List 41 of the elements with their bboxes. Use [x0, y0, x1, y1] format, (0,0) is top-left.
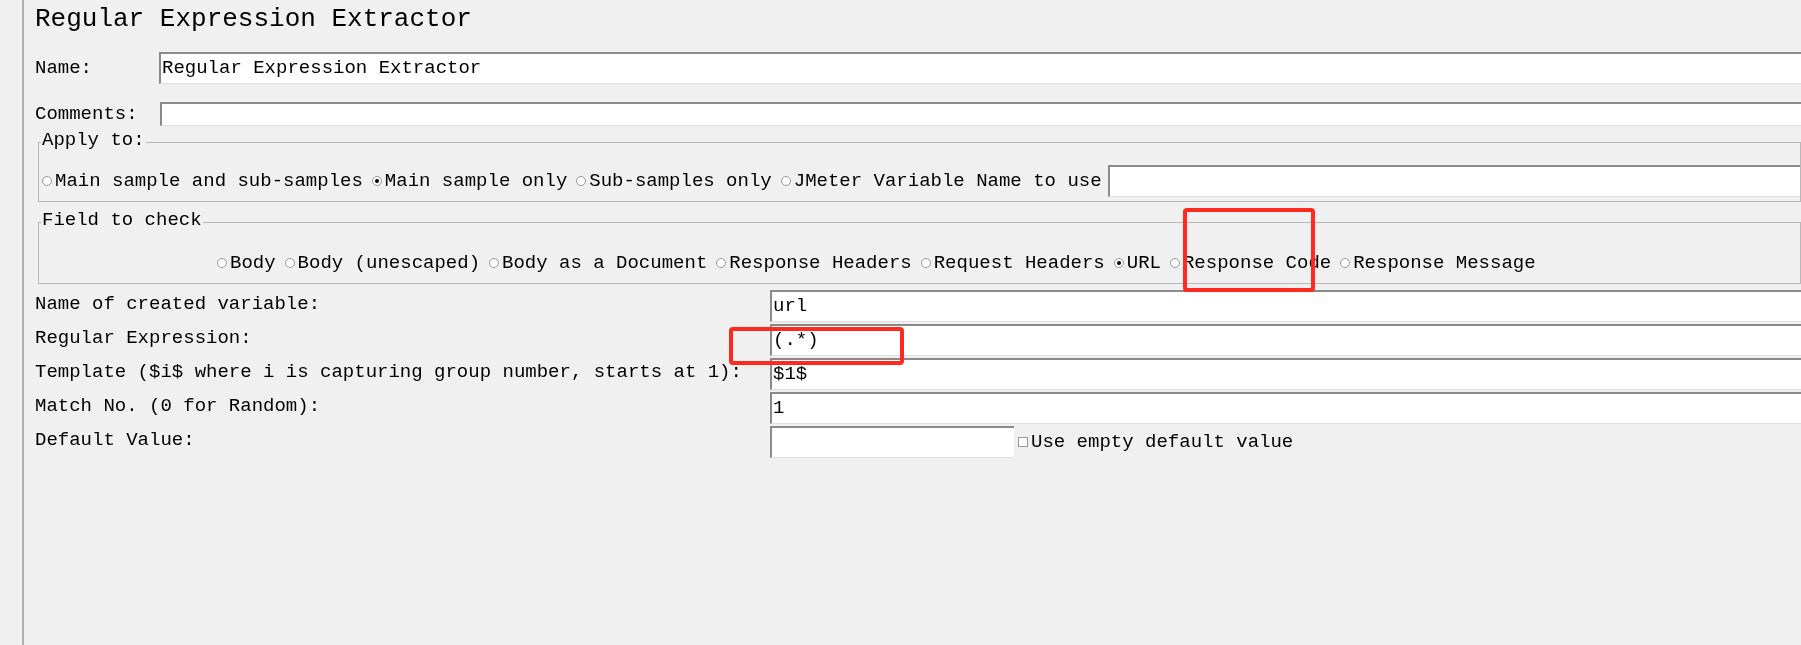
parameter-label: Name of created variable:	[35, 292, 322, 317]
radio-option[interactable]: Sub-samples only	[576, 166, 772, 195]
radio-button[interactable]	[371, 175, 382, 186]
input-field[interactable]: url	[770, 290, 1801, 322]
input-field[interactable]	[770, 426, 1014, 458]
radio-button[interactable]	[1169, 257, 1180, 268]
radio-button[interactable]	[489, 257, 500, 268]
checkbox-option[interactable]: Use empty default value	[1018, 427, 1294, 457]
parameter-label: Default Value:	[35, 428, 196, 453]
radio-option[interactable]: Body as a Document	[489, 248, 708, 277]
radio-button[interactable]	[1113, 257, 1124, 268]
input-field[interactable]: Regular Expression Extractor	[159, 52, 1801, 84]
input-field[interactable]: 1	[770, 392, 1801, 424]
radio-button[interactable]	[217, 257, 227, 268]
radio-button[interactable]	[42, 175, 52, 186]
radio-option[interactable]: Response Message	[1340, 248, 1536, 277]
radio-button[interactable]	[1340, 257, 1351, 268]
parameter-label: Match No. (0 for Random):	[35, 394, 322, 419]
radio-option[interactable]: Main sample only	[371, 166, 568, 195]
panel-title: Regular Expression Extractor	[35, 3, 472, 36]
radio-button[interactable]	[716, 257, 727, 268]
radio-option[interactable]: Main sample and sub-samples	[42, 166, 363, 195]
input-field[interactable]	[1107, 165, 1800, 197]
radio-option[interactable]: Response Headers	[716, 248, 912, 277]
radio-button[interactable]	[284, 257, 295, 268]
radio-button[interactable]	[576, 175, 587, 186]
parameter-label: Regular Expression:	[35, 326, 253, 351]
name-label: Name:	[35, 55, 93, 81]
radio-button[interactable]	[780, 175, 791, 186]
comments-label: Comments:	[35, 101, 139, 127]
input-field[interactable]	[160, 102, 1801, 126]
radio-option[interactable]: URL	[1113, 248, 1161, 277]
radio-option[interactable]: Request Headers	[920, 248, 1105, 277]
input-field[interactable]: $1$	[770, 358, 1801, 390]
radio-option[interactable]: JMeter Variable Name to use	[780, 166, 1102, 195]
radio-option[interactable]: Body	[217, 248, 276, 277]
radio-button[interactable]	[920, 257, 931, 268]
radio-option[interactable]: Body (unescaped)	[284, 248, 481, 277]
checkbox[interactable]	[1018, 437, 1028, 447]
input-field[interactable]: (.*)	[770, 324, 1801, 356]
parameter-label: Template ($i$ where i is capturing group number, starts at 1):	[35, 360, 743, 385]
